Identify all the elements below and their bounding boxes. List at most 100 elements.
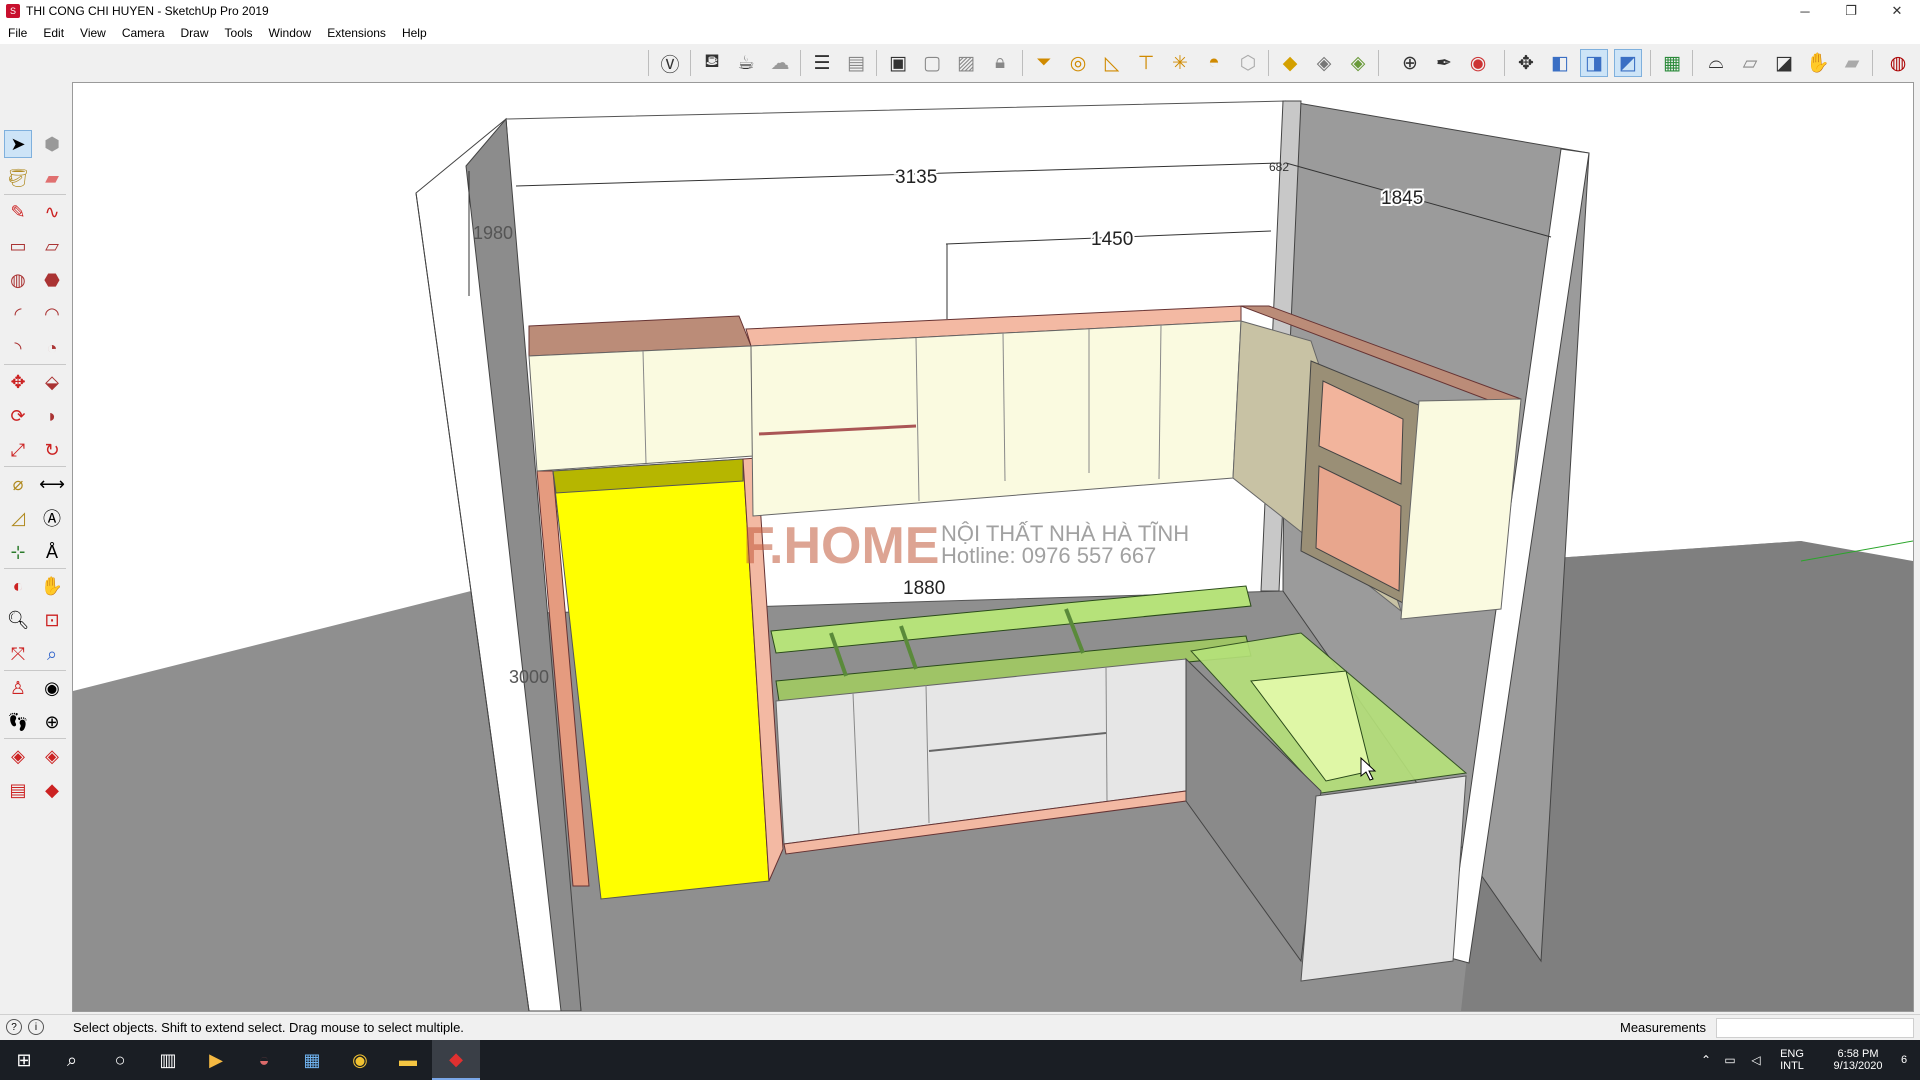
box-blue-2-icon[interactable]: ◨ — [1580, 49, 1608, 77]
window-icon[interactable]: ▣ — [884, 49, 912, 77]
calculator-icon[interactable]: ▦ — [288, 1040, 336, 1080]
rectangle-icon[interactable]: ▭ — [4, 232, 32, 260]
menu-draw[interactable]: Draw — [173, 26, 217, 40]
scale-icon[interactable]: ⤢ — [4, 436, 32, 464]
cortana-icon[interactable]: ○ — [96, 1040, 144, 1080]
tray-icon[interactable]: ⌓ — [1702, 49, 1730, 77]
minimize-button[interactable]: ─ — [1782, 0, 1828, 22]
zoom-icon[interactable]: 🔍︎ — [4, 606, 32, 634]
move-icon[interactable]: ✥ — [4, 368, 32, 396]
task-view-icon[interactable]: ▥ — [144, 1040, 192, 1080]
protractor-icon[interactable]: ◿ — [4, 504, 32, 532]
pan-hand-icon[interactable]: ✋ — [38, 572, 66, 600]
geo-location-icon[interactable]: ? — [6, 1019, 22, 1035]
chrome-icon[interactable]: ◉ — [336, 1040, 384, 1080]
hand-cup-icon[interactable]: ☕ — [732, 49, 760, 77]
image-icon[interactable]: ▨ — [952, 49, 980, 77]
circle-v-icon[interactable]: Ⓥ — [656, 49, 684, 77]
dome-icon[interactable]: ◓ — [1200, 49, 1228, 77]
freehand-icon[interactable]: ∿ — [38, 198, 66, 226]
tape-measure-icon[interactable]: ⌀ — [4, 470, 32, 498]
stack-icon[interactable]: ☰ — [808, 49, 836, 77]
restore-button[interactable]: ❐ — [1828, 0, 1874, 22]
star-burst-icon[interactable]: ✳ — [1166, 49, 1194, 77]
close-button[interactable]: ✕ — [1874, 0, 1920, 22]
frame-icon[interactable]: ▢ — [918, 49, 946, 77]
measurements-input[interactable] — [1716, 1018, 1914, 1038]
panel-icon[interactable]: ▤ — [842, 49, 870, 77]
warehouse-icon[interactable]: ◈ — [4, 742, 32, 770]
model-viewport[interactable]: 3135 1845 1450 1980 1880 3000 682 F.HOME… — [72, 82, 1914, 1012]
lock-box-icon[interactable]: 🔒︎ — [986, 49, 1014, 77]
ruby-globe-icon[interactable]: ◍ — [1884, 49, 1912, 77]
text-icon[interactable]: Ⓐ — [38, 504, 66, 532]
arc-icon[interactable]: ◜ — [4, 300, 32, 328]
map-green-icon[interactable]: ▦ — [1658, 49, 1686, 77]
extension-warehouse-icon[interactable]: ▤ — [4, 776, 32, 804]
tray-chevron-up-icon[interactable]: ⌃ — [1696, 1040, 1716, 1080]
volume-icon[interactable]: ◁ — [1744, 1040, 1768, 1080]
move-cross-icon[interactable]: ✥ — [1512, 49, 1540, 77]
pen-tilt-icon[interactable]: ✒ — [1430, 49, 1458, 77]
globe-target-icon[interactable]: ⊕ — [1396, 49, 1424, 77]
previous-view-icon[interactable]: ⌕ — [38, 640, 66, 668]
push-pull-icon[interactable]: ⬙ — [38, 368, 66, 396]
menu-edit[interactable]: Edit — [35, 26, 72, 40]
media-player-icon[interactable]: ▶ — [192, 1040, 240, 1080]
menu-window[interactable]: Window — [261, 26, 320, 40]
menu-camera[interactable]: Camera — [114, 26, 173, 40]
hexagon-icon[interactable]: ⬡ — [1234, 49, 1262, 77]
walk-footprints-icon[interactable]: 👣︎ — [4, 708, 32, 736]
funnel-icon[interactable]: ⏷ — [1030, 49, 1058, 77]
notification-center-icon[interactable]: 6 — [1890, 1040, 1918, 1080]
share-model-icon[interactable]: ◈ — [38, 742, 66, 770]
pie-icon[interactable]: ◔ — [38, 334, 66, 362]
orbit-icon[interactable]: ◐ — [4, 572, 32, 600]
component-icon[interactable]: ⬢ — [38, 130, 66, 158]
dimension-icon[interactable]: ⟷ — [38, 470, 66, 498]
cube-gray-icon[interactable]: ◈ — [1310, 49, 1338, 77]
menu-file[interactable]: File — [0, 26, 35, 40]
cube-yellow-icon[interactable]: ◆ — [1276, 49, 1304, 77]
language-indicator[interactable]: ENG INTL — [1772, 1040, 1812, 1080]
file-explorer-icon[interactable]: ▬ — [384, 1040, 432, 1080]
layout-app-icon[interactable]: ◒ — [240, 1040, 288, 1080]
teapot-icon[interactable]: ⛾ — [698, 49, 726, 77]
box-blue-3-icon[interactable]: ◩ — [1614, 49, 1642, 77]
box-blue-icon[interactable]: ◧ — [1546, 49, 1574, 77]
two-point-arc-icon[interactable]: ◠ — [38, 300, 66, 328]
rotated-rectangle-icon[interactable]: ▱ — [38, 232, 66, 260]
globe-red-icon[interactable]: ◉ — [1464, 49, 1492, 77]
three-point-arc-icon[interactable]: ◝ — [4, 334, 32, 362]
follow-me-icon[interactable]: ◗ — [38, 402, 66, 430]
position-camera-icon[interactable]: ♙ — [4, 674, 32, 702]
3d-text-icon[interactable]: Å — [38, 538, 66, 566]
ruby-gem-icon[interactable]: ◆ — [38, 776, 66, 804]
cube-green-icon[interactable]: ◈ — [1344, 49, 1372, 77]
menu-help[interactable]: Help — [394, 26, 435, 40]
section-plane-icon[interactable]: ⊕ — [38, 708, 66, 736]
ring-icon[interactable]: ◎ — [1064, 49, 1092, 77]
cube-dark-icon[interactable]: ◪ — [1770, 49, 1798, 77]
tablet-icon[interactable]: ▰ — [1838, 49, 1866, 77]
offset-icon[interactable]: ↻ — [38, 436, 66, 464]
tower-icon[interactable]: ⊤ — [1132, 49, 1160, 77]
select-arrow-icon[interactable]: ➤ — [4, 130, 32, 158]
hand-wave-icon[interactable]: ✋ — [1804, 49, 1832, 77]
circle-icon[interactable]: ◍ — [4, 266, 32, 294]
menu-tools[interactable]: Tools — [217, 26, 261, 40]
info-icon[interactable]: i — [28, 1019, 44, 1035]
eraser-icon[interactable]: ▰ — [38, 164, 66, 192]
search-icon[interactable]: ⌕ — [48, 1040, 96, 1080]
sketchup-taskbar-icon[interactable]: ◆ — [432, 1040, 480, 1080]
polygon-icon[interactable]: ⬣ — [38, 266, 66, 294]
windows-start-icon[interactable]: ⊞ — [0, 1040, 48, 1080]
line-pencil-icon[interactable]: ✎ — [4, 198, 32, 226]
look-around-eye-icon[interactable]: ◉ — [38, 674, 66, 702]
network-icon[interactable]: ▭ — [1718, 1040, 1742, 1080]
cloud-icon[interactable]: ☁ — [766, 49, 794, 77]
paint-bucket-icon[interactable]: 🪣︎ — [4, 164, 32, 192]
clock[interactable]: 6:58 PM 9/13/2020 — [1818, 1040, 1898, 1080]
zoom-extents-icon[interactable]: ⤧ — [4, 640, 32, 668]
ramp-icon[interactable]: ◺ — [1098, 49, 1126, 77]
